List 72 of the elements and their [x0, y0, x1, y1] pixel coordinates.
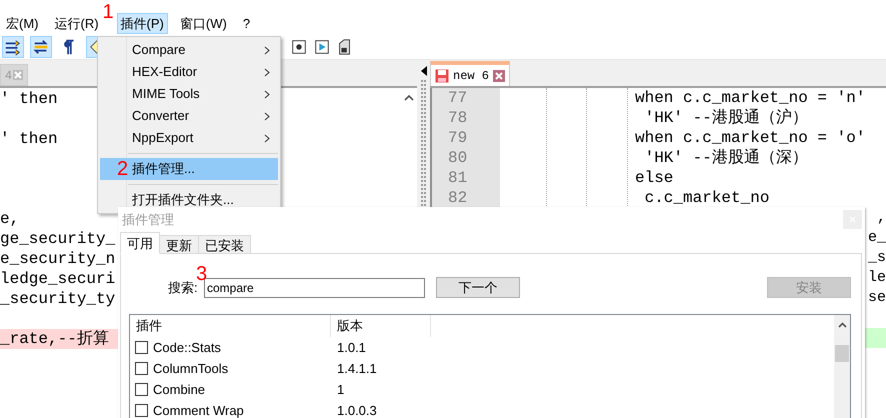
line-number: 81: [447, 168, 468, 189]
chevron-right-icon: [264, 134, 270, 142]
close-icon[interactable]: [493, 70, 506, 82]
code-line: ge_security_: [0, 229, 116, 250]
tab[interactable]: 已安装: [199, 235, 251, 254]
code-line: 'HK' --港股通（沪）: [644, 108, 808, 129]
plugin-name: Code::Stats: [153, 338, 221, 357]
code-line: c.c_market_no: [644, 188, 770, 209]
annotation-number: 1: [102, 2, 114, 22]
checkbox[interactable]: [135, 404, 148, 417]
code-line: _security_ty: [0, 289, 116, 310]
menu-item[interactable]: 打开插件文件夹...: [100, 189, 278, 211]
line-number: 77: [447, 88, 468, 109]
code-line: e_: [868, 228, 886, 248]
collapse-arrow-icon[interactable]: [420, 66, 426, 76]
line-number: 78: [447, 108, 468, 129]
search-label: 搜索:: [168, 280, 198, 297]
code-line: 'HK' --港股通（深）: [644, 148, 808, 169]
chevron-right-icon: [264, 90, 270, 98]
code-line: _s: [868, 248, 886, 268]
chevron-right-icon: [264, 112, 270, 120]
column-header[interactable]: 插件: [130, 315, 331, 337]
scroll-up-icon[interactable]: [404, 94, 414, 102]
line-number: 80: [447, 148, 468, 169]
menu-item[interactable]: 宏(M): [2, 13, 42, 34]
chevron-right-icon: [264, 46, 270, 54]
scrollbar[interactable]: [834, 315, 850, 418]
menu-item[interactable]: Compare: [100, 39, 278, 61]
plugin-version: 1.0.0.3: [336, 402, 377, 418]
tab[interactable]: 更新: [160, 235, 199, 254]
code-line: ' then: [0, 89, 58, 110]
line-number: 79: [447, 128, 468, 149]
code-line: se: [868, 288, 886, 308]
code-line: ,: [876, 208, 886, 228]
column-header[interactable]: 版本: [331, 315, 431, 337]
menu-item[interactable]: NppExport: [100, 127, 278, 149]
plugin-version: 1.0.1: [336, 338, 366, 357]
menu-item[interactable]: 运行(R): [50, 13, 103, 34]
code-line: when c.c_market_no = 'n': [635, 88, 866, 108]
plugin-name: ColumnTools: [153, 360, 228, 378]
file-tab[interactable]: new 6: [430, 61, 510, 86]
next-button[interactable]: 下一个: [436, 277, 520, 298]
scroll-up-icon[interactable]: [838, 322, 846, 328]
code-line: e_security_n: [0, 249, 116, 270]
plugin-version: 1: [336, 380, 344, 399]
code-line: e,: [0, 209, 20, 230]
menu-item[interactable]: ?: [238, 13, 254, 34]
arrows-icon[interactable]: [2, 36, 24, 58]
checkbox[interactable]: [135, 341, 148, 354]
menu-item[interactable]: 插件(P): [116, 13, 168, 34]
code-line: ledge_securi: [0, 269, 116, 290]
line-number: 82: [447, 188, 468, 209]
menu-item[interactable]: MIME Tools: [100, 83, 278, 105]
chevron-right-icon: [264, 68, 270, 76]
code-line: ' then: [0, 129, 58, 150]
plugin-name: Combine: [153, 380, 206, 399]
code-line: when c.c_market_no = 'o': [635, 128, 866, 148]
scrollbar-thumb[interactable]: [835, 345, 849, 362]
swap-arrows-icon[interactable]: [30, 36, 52, 58]
menu-item[interactable]: HEX-Editor: [100, 61, 278, 83]
checkbox[interactable]: [135, 383, 148, 396]
code-line: _rate,--折算: [0, 329, 109, 350]
menu-item[interactable]: Converter: [100, 105, 278, 127]
code-line: else: [635, 168, 674, 189]
plugin-name: Comment Wrap: [153, 402, 244, 418]
dialog-title: 插件管理: [122, 210, 175, 229]
code-line: le: [868, 268, 886, 288]
plugin-version: 1.4.1.1: [336, 360, 377, 378]
tab[interactable]: 可用: [120, 232, 160, 254]
checkbox[interactable]: [135, 362, 148, 375]
menu-item[interactable]: 窗口(W): [176, 13, 231, 34]
annotation-number: 2: [117, 159, 128, 179]
